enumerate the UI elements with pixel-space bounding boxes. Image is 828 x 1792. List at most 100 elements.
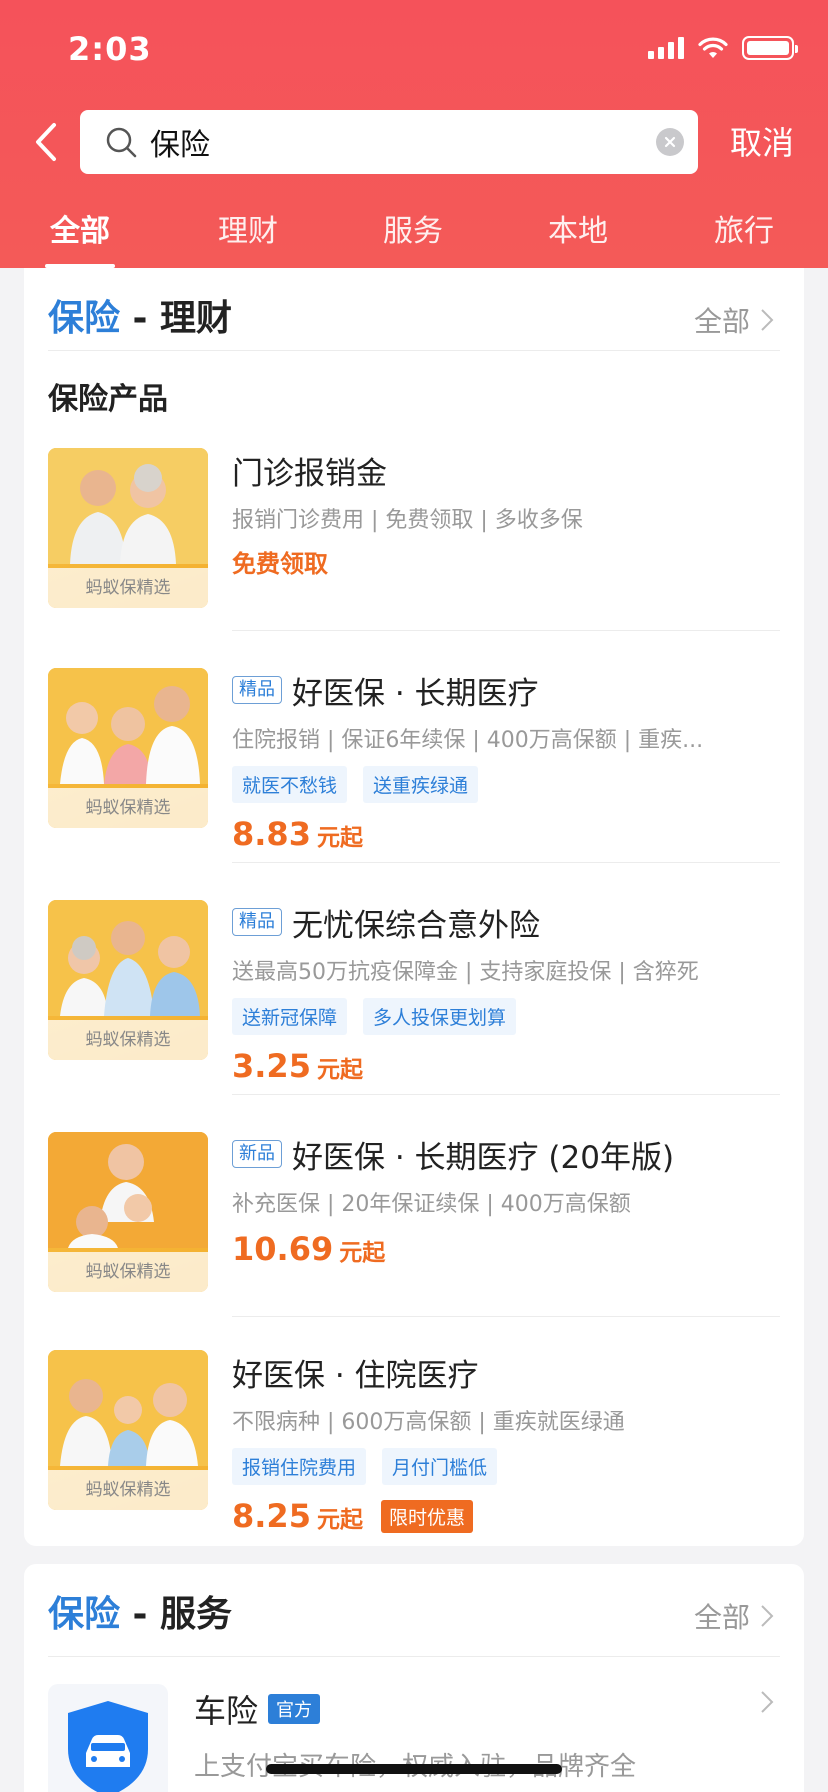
product-image: 蚂蚁保精选 [48, 1132, 208, 1292]
price-value: 3.25 [232, 1047, 311, 1085]
subsection-title: 保险产品 [48, 382, 168, 417]
section-header: 保险 - 服务 全部 [48, 1578, 780, 1644]
divider [48, 1656, 780, 1657]
section-keyword: 保险 [48, 1594, 121, 1635]
product-tags: 报销住院费用 月付门槛低 [232, 1448, 780, 1485]
section-header: 保险 - 理财 全部 [48, 282, 780, 348]
see-all-label: 全部 [693, 305, 750, 338]
product-desc: 不限病种 | 600万高保额 | 重疾就医绿通 [232, 1410, 625, 1435]
product-desc: 送最高50万抗疫保障金 | 支持家庭投保 | 含猝死 [232, 960, 699, 985]
product-title: 新品 好医保 · 长期医疗 (20年版) [232, 1132, 780, 1176]
product-title-text: 门诊报销金 [232, 455, 387, 492]
tab-service[interactable]: 服务 [383, 206, 443, 250]
product-tag: 就医不愁钱 [232, 766, 348, 803]
battery-icon [742, 36, 798, 60]
back-arrow-icon [36, 123, 56, 161]
product-price: 8.83 元起 [232, 815, 780, 853]
thumb-tag: 蚂蚁保精选 [48, 1470, 208, 1510]
product-price: 10.69 元起 [232, 1230, 780, 1268]
service-item-car-insurance[interactable]: 车险官方 上支付宝买车险，权威入驻，品牌齐全 [48, 1684, 780, 1792]
product-price: 3.25 元起 [232, 1047, 780, 1085]
divider [232, 862, 780, 863]
cellular-signal-icon [648, 37, 684, 59]
product-image: 蚂蚁保精选 [48, 668, 208, 828]
price-value: 8.83 [232, 815, 311, 853]
product-image: 蚂蚁保精选 [48, 900, 208, 1060]
divider [232, 1316, 780, 1317]
status-icons [648, 36, 798, 60]
category-tabs: 全部 理财 服务 本地 旅行 [0, 200, 828, 268]
back-button[interactable] [26, 118, 66, 166]
car-insurance-icon [68, 1701, 148, 1792]
product-tag: 报销住院费用 [232, 1448, 367, 1485]
tab-all[interactable]: 全部 [50, 206, 110, 268]
product-info: 精品 无忧保综合意外险 送最高50万抗疫保障金 | 支持家庭投保 | 含猝死 送新… [232, 900, 780, 1085]
product-price: 8.25 元起 限时优惠 [232, 1497, 780, 1535]
product-title: 精品 好医保 · 长期医疗 [232, 668, 780, 712]
price-unit: 元起 [339, 1240, 386, 1266]
family-illustration [48, 900, 208, 1016]
product-desc: 住院报销 | 保证6年续保 | 400万高保额 | 重疾... [232, 728, 704, 753]
product-info: 精品 好医保 · 长期医疗 住院报销 | 保证6年续保 | 400万高保额 | 重… [232, 668, 780, 853]
product-title-text: 无忧保综合意外险 [292, 907, 540, 944]
divider [232, 1094, 780, 1095]
product-desc: 报销门诊费用 | 免费领取 | 多收多保 [232, 508, 583, 533]
product-info: 新品 好医保 · 长期医疗 (20年版) 补充医保 | 20年保证续保 | 400… [232, 1132, 780, 1268]
cancel-button[interactable]: 取消 [730, 118, 794, 164]
see-all-link[interactable]: 全部 [694, 1596, 774, 1636]
price-unit: 元起 [316, 1507, 363, 1533]
thumb-tag: 蚂蚁保精选 [48, 568, 208, 608]
tab-finance[interactable]: 理财 [218, 206, 278, 250]
promo-badge: 限时优惠 [380, 1499, 473, 1533]
price-value: 10.69 [232, 1230, 334, 1268]
product-title: 好医保 · 住院医疗 [232, 1350, 780, 1394]
section-title: 保险 - 服务 [48, 1585, 232, 1637]
wifi-icon [698, 37, 728, 58]
section-category: - 理财 [120, 298, 233, 339]
thumb-tag: 蚂蚁保精选 [48, 1020, 208, 1060]
product-title: 门诊报销金 [232, 448, 780, 492]
thumb-tag: 蚂蚁保精选 [48, 1252, 208, 1292]
thumb-tag: 蚂蚁保精选 [48, 788, 208, 828]
product-info: 门诊报销金 报销门诊费用 | 免费领取 | 多收多保 免费领取 [232, 448, 780, 579]
product-tag: 送重疾绿通 [363, 766, 479, 803]
product-tag: 送新冠保障 [232, 998, 348, 1035]
search-input[interactable]: 保险 [80, 110, 698, 174]
product-item[interactable]: 蚂蚁保精选 精品 好医保 · 长期医疗 住院报销 | 保证6年续保 | 400万高… [48, 668, 780, 853]
elderly-couple-illustration [48, 448, 208, 564]
close-icon [664, 136, 676, 148]
chevron-right-icon [761, 1605, 774, 1627]
product-tag: 多人投保更划算 [363, 998, 517, 1035]
product-badge: 精品 [232, 676, 282, 704]
product-title-text: 好医保 · 住院医疗 [232, 1357, 479, 1394]
service-title-text: 车险 [194, 1692, 259, 1730]
service-title: 车险 官方 [194, 1686, 636, 1732]
product-tags: 就医不愁钱 送重疾绿通 [232, 766, 780, 803]
section-category: - 服务 [120, 1594, 233, 1635]
product-tag: 月付门槛低 [382, 1448, 498, 1485]
home-indicator [266, 1764, 562, 1774]
product-info: 好医保 · 住院医疗 不限病种 | 600万高保额 | 重疾就医绿通 报销住院费… [232, 1350, 780, 1535]
section-title: 保险 - 理财 [48, 289, 232, 341]
product-item[interactable]: 蚂蚁保精选 精品 无忧保综合意外险 送最高50万抗疫保障金 | 支持家庭投保 | … [48, 900, 780, 1085]
divider [232, 630, 780, 631]
product-title-text: 好医保 · 长期医疗 (20年版) [292, 1139, 675, 1176]
product-badge: 新品 [232, 1140, 282, 1168]
chevron-right-icon [761, 309, 774, 331]
chevron-right-icon [761, 1691, 774, 1713]
tab-local[interactable]: 本地 [548, 206, 608, 250]
tab-travel[interactable]: 旅行 [714, 206, 774, 250]
product-tags: 送新冠保障 多人投保更划算 [232, 998, 780, 1035]
price-unit: 元起 [316, 1057, 363, 1083]
product-item[interactable]: 蚂蚁保精选 门诊报销金 报销门诊费用 | 免费领取 | 多收多保 免费领取 [48, 448, 780, 608]
section-keyword: 保险 [48, 298, 121, 339]
clear-icon[interactable] [656, 128, 684, 156]
product-title-text: 好医保 · 长期医疗 [292, 675, 539, 712]
product-item[interactable]: 蚂蚁保精选 新品 好医保 · 长期医疗 (20年版) 补充医保 | 20年保证续保… [48, 1132, 780, 1292]
price-value: 8.25 [232, 1497, 311, 1535]
search-header: 2:03 保险 取消 全部 理财 服务 本地 旅行 [0, 0, 828, 268]
status-time: 2:03 [68, 30, 152, 68]
see-all-link[interactable]: 全部 [694, 300, 774, 340]
product-desc: 补充医保 | 20年保证续保 | 400万高保额 [232, 1192, 631, 1217]
product-item[interactable]: 蚂蚁保精选 好医保 · 住院医疗 不限病种 | 600万高保额 | 重疾就医绿通… [48, 1350, 780, 1535]
